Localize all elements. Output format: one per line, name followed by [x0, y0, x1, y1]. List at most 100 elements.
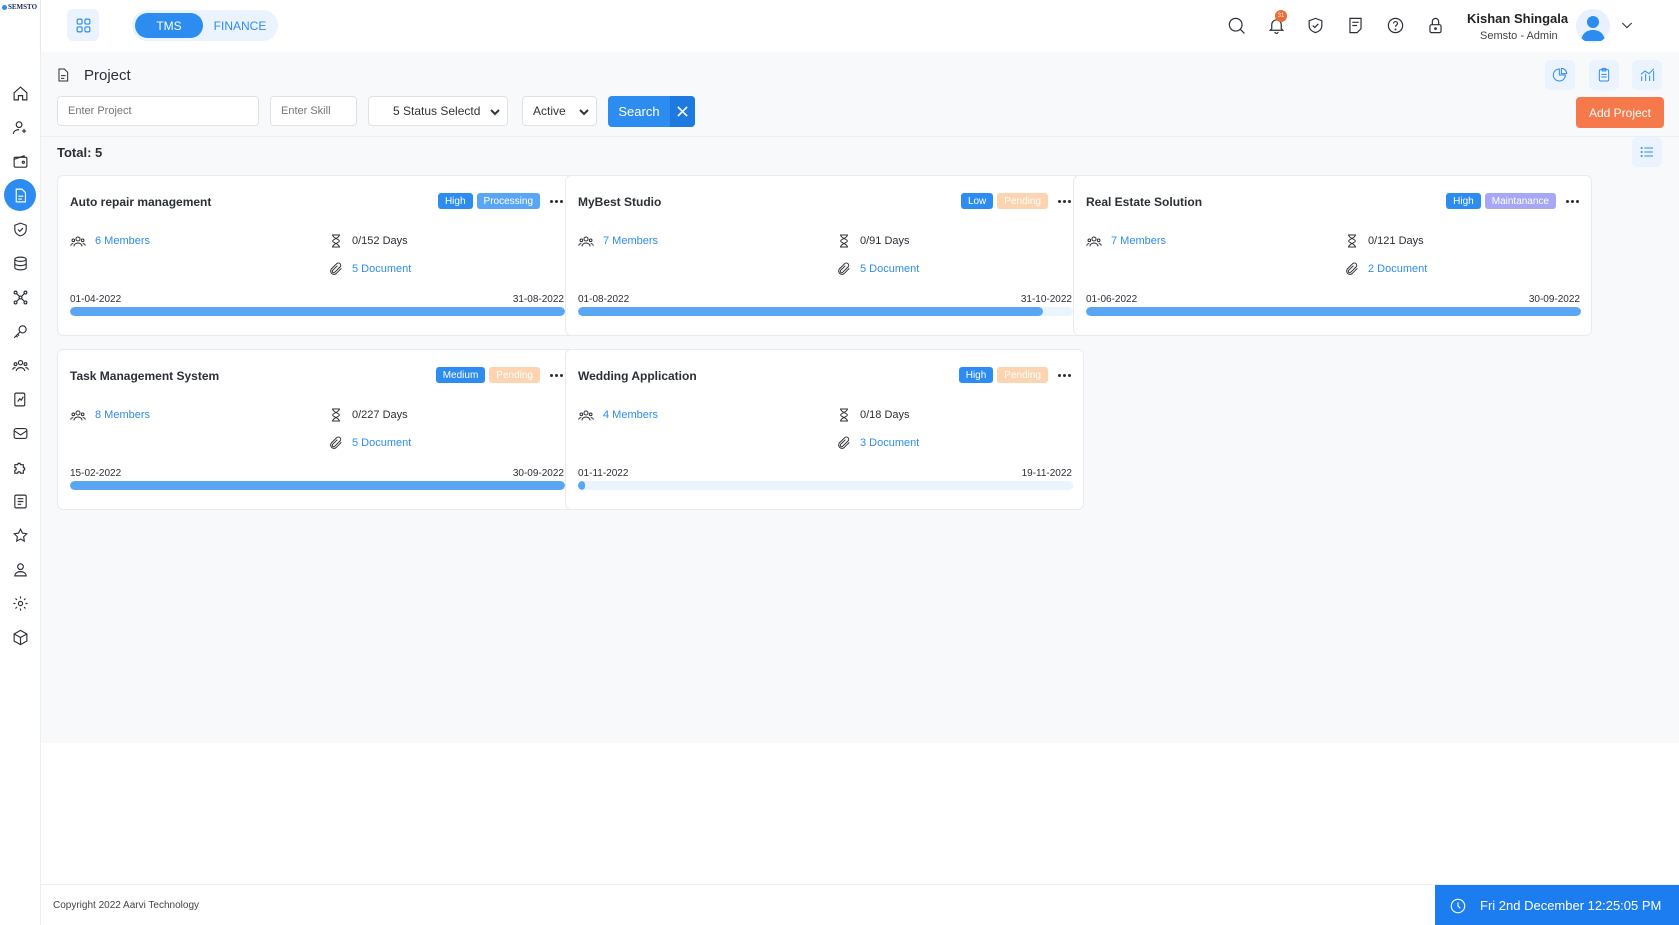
- members-link[interactable]: 4 Members: [603, 409, 658, 421]
- project-title[interactable]: Task Management System: [70, 369, 219, 383]
- documents-link[interactable]: 2 Document: [1368, 263, 1427, 275]
- sidebar-item-users[interactable]: [4, 111, 36, 143]
- sidebar-item-projects[interactable]: [4, 179, 36, 211]
- project-card[interactable]: Task Management System Medium Pending 8 Mem…: [57, 349, 576, 510]
- sidebar-item-packages[interactable]: [4, 621, 36, 653]
- active-select[interactable]: Active: [522, 96, 597, 126]
- clipboard-icon: [1598, 67, 1610, 82]
- members-link[interactable]: 8 Members: [95, 409, 150, 421]
- lock-icon: [1428, 17, 1442, 33]
- add-project-button[interactable]: Add Project: [1576, 97, 1664, 128]
- sidebar-item-home[interactable]: [4, 77, 36, 109]
- more-options-icon[interactable]: [548, 193, 564, 209]
- user-role: Semsto - Admin: [1480, 30, 1558, 42]
- days-count: 0/91 Days: [860, 235, 910, 247]
- skill-search-input[interactable]: [270, 96, 357, 126]
- top-header: TMS FINANCE 31 Kishan Shingala Semsto - …: [41, 0, 1679, 52]
- clipboard-button[interactable]: [1589, 60, 1619, 90]
- clear-search-button[interactable]: [670, 96, 695, 127]
- project-title[interactable]: Wedding Application: [578, 369, 697, 383]
- priority-badge: High: [437, 193, 473, 209]
- chart-file-icon: [13, 392, 25, 406]
- more-options-icon[interactable]: [548, 367, 564, 383]
- sidebar-item-security[interactable]: [4, 213, 36, 245]
- user-menu-toggle[interactable]: [1619, 17, 1635, 33]
- security-button[interactable]: [1303, 13, 1327, 37]
- team-icon: [1086, 233, 1102, 249]
- project-card[interactable]: Auto repair management High Processing 6 Me…: [57, 175, 576, 336]
- shield-check-icon: [1308, 17, 1322, 33]
- search-button[interactable]: [1224, 13, 1248, 37]
- help-button[interactable]: [1383, 13, 1407, 37]
- notes-button[interactable]: [1343, 13, 1367, 37]
- sidebar-item-wallet[interactable]: [4, 145, 36, 177]
- home-icon: [13, 85, 27, 100]
- avatar-icon: [1581, 16, 1605, 41]
- sidebar-item-favorites[interactable]: [4, 519, 36, 551]
- sidebar: SEMSTO: [0, 0, 41, 925]
- sidebar-item-documents[interactable]: [4, 485, 36, 517]
- notifications-button[interactable]: 31: [1264, 10, 1288, 37]
- pie-chart-button[interactable]: [1545, 60, 1575, 90]
- sidebar-item-settings[interactable]: [4, 587, 36, 619]
- priority-badge: Medium: [435, 367, 486, 383]
- project-card[interactable]: Wedding Application High Pending 4 Members 0…: [565, 349, 1084, 510]
- documents-link[interactable]: 5 Document: [352, 437, 411, 449]
- tab-finance[interactable]: FINANCE: [205, 13, 275, 38]
- sidebar-item-keys[interactable]: [4, 315, 36, 347]
- sidebar-item-mail[interactable]: [4, 417, 36, 449]
- start-date: 01-08-2022: [578, 294, 630, 305]
- members-link[interactable]: 6 Members: [95, 235, 150, 247]
- project-title[interactable]: Auto repair management: [70, 195, 211, 209]
- pie-chart-icon: [1552, 67, 1568, 82]
- user-name[interactable]: Kishan Shingala: [1467, 11, 1568, 26]
- project-card[interactable]: MyBest Studio Low Pending 7 Members 0/91 Day…: [565, 175, 1084, 336]
- hourglass-icon: [836, 407, 852, 423]
- note-icon: [1348, 17, 1362, 33]
- sidebar-item-network[interactable]: [4, 281, 36, 313]
- documents-link[interactable]: 5 Document: [860, 263, 919, 275]
- project-title[interactable]: Real Estate Solution: [1086, 195, 1202, 209]
- project-tags: Medium Pending: [435, 367, 540, 383]
- documents-link[interactable]: 3 Document: [860, 437, 919, 449]
- more-options-icon[interactable]: [1056, 193, 1072, 209]
- more-options-icon[interactable]: [1564, 193, 1580, 209]
- avatar[interactable]: [1576, 9, 1610, 43]
- members-link[interactable]: 7 Members: [1111, 235, 1166, 247]
- analytics-button[interactable]: [1632, 60, 1662, 90]
- project-card[interactable]: Real Estate Solution High Maintanance 7 Mem…: [1073, 175, 1592, 336]
- lock-button[interactable]: [1423, 13, 1447, 37]
- status-select[interactable]: 5 Status Selectd: [368, 96, 508, 126]
- members-link[interactable]: 7 Members: [603, 235, 658, 247]
- sidebar-item-team[interactable]: [4, 349, 36, 381]
- brand-logo[interactable]: SEMSTO: [2, 3, 37, 11]
- tab-tms[interactable]: TMS: [135, 13, 203, 38]
- team-icon: [578, 233, 594, 249]
- status-badge: Pending: [489, 367, 540, 383]
- clock-icon: [1449, 897, 1467, 915]
- start-date: 01-04-2022: [70, 294, 122, 305]
- copyright: Copyright 2022 Aarvi Technology: [53, 900, 200, 911]
- list-view-button[interactable]: [1632, 137, 1662, 167]
- search-button[interactable]: Search: [608, 96, 695, 127]
- project-search-input[interactable]: [57, 96, 259, 126]
- person-icon: [13, 562, 27, 576]
- sidebar-item-reports[interactable]: [4, 383, 36, 415]
- list-icon: [1640, 146, 1653, 158]
- footer: Copyright 2022 Aarvi Technology Fri 2nd …: [41, 884, 1679, 925]
- sidebar-item-database[interactable]: [4, 247, 36, 279]
- project-title[interactable]: MyBest Studio: [578, 195, 661, 209]
- sidebar-item-profile[interactable]: [4, 553, 36, 585]
- more-options-icon[interactable]: [1056, 367, 1072, 383]
- apps-button[interactable]: [67, 9, 99, 41]
- user-add-icon: [12, 120, 26, 134]
- mail-icon: [13, 427, 27, 439]
- bar-chart-icon: [1640, 68, 1655, 81]
- box-icon: [13, 629, 27, 645]
- sidebar-item-plugins[interactable]: [4, 451, 36, 483]
- documents-link[interactable]: 5 Document: [352, 263, 411, 275]
- main-content: Project 5 Status Selectd Active Search A…: [41, 52, 1679, 743]
- team-icon: [70, 407, 86, 423]
- database-icon: [13, 256, 27, 270]
- module-switch: TMS FINANCE: [132, 10, 278, 41]
